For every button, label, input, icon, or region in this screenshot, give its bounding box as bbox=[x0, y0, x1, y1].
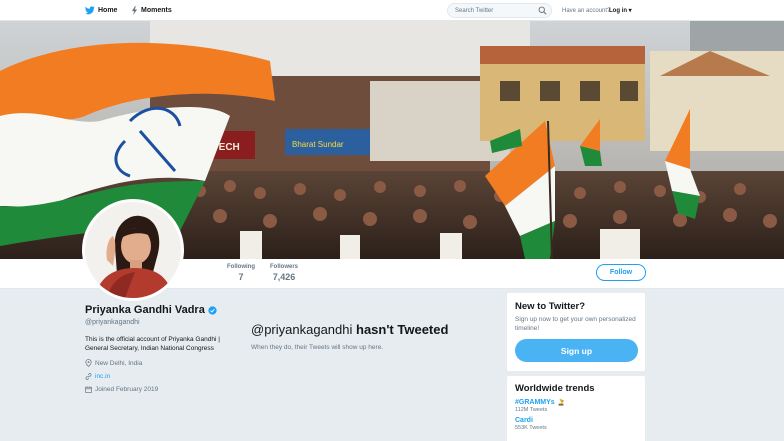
link-icon bbox=[85, 373, 92, 380]
following-stat[interactable]: Following 7 bbox=[225, 264, 257, 282]
location-pin-icon bbox=[85, 359, 92, 367]
avatar[interactable] bbox=[82, 199, 184, 301]
trend-item[interactable]: #GRAMMYs 112M Tweets bbox=[515, 398, 637, 413]
trend-name[interactable]: #GRAMMYs bbox=[515, 399, 555, 406]
profile-joined-text: Joined February 2019 bbox=[95, 386, 159, 393]
profile-name[interactable]: Priyanka Gandhi Vadra bbox=[85, 304, 205, 316]
followers-label: Followers bbox=[269, 264, 298, 270]
trend-item[interactable]: Cardi 553K Tweets bbox=[515, 417, 637, 431]
followers-stat[interactable]: Followers 7,426 bbox=[266, 264, 302, 282]
trends-title: Worldwide trends bbox=[515, 383, 595, 394]
profile-bio: This is the official account of Priyanka… bbox=[85, 336, 220, 352]
signup-card-text: Sign up now to get your own personalized… bbox=[515, 316, 636, 332]
bird-icon bbox=[85, 6, 95, 15]
following-count: 7 bbox=[238, 272, 244, 282]
signup-card-title: New to Twitter? bbox=[515, 301, 586, 312]
profile-location: New Delhi, India bbox=[85, 359, 230, 367]
no-tweets-subtext: When they do, their Tweets will show up … bbox=[251, 344, 384, 351]
trend-name[interactable]: Cardi bbox=[515, 417, 533, 424]
signup-button[interactable]: Sign up bbox=[515, 339, 638, 362]
profile-handle[interactable]: @priyankagandhi bbox=[85, 319, 230, 326]
profile-card: Priyanka Gandhi Vadra @priyankagandhi Th… bbox=[85, 304, 230, 393]
profile-website: inc.in bbox=[85, 373, 230, 380]
no-tweets-heading: @priyankagandhi hasn't Tweeted bbox=[251, 322, 491, 337]
nav-moments-label: Moments bbox=[141, 7, 172, 14]
following-label: Following bbox=[227, 264, 255, 270]
banner-sign-store: Bharat Sundar bbox=[292, 140, 344, 149]
empty-timeline: @priyankagandhi hasn't Tweeted When they… bbox=[251, 322, 491, 351]
search-icon[interactable] bbox=[538, 6, 547, 17]
nav-moments[interactable]: Moments bbox=[131, 0, 172, 21]
profile-joined: Joined February 2019 bbox=[85, 386, 230, 393]
top-navigation-bar: Home Moments Search Twitter Have an acco… bbox=[0, 0, 784, 21]
profile-website-link[interactable]: inc.in bbox=[95, 373, 110, 380]
search-input[interactable]: Search Twitter bbox=[447, 3, 552, 18]
signup-card: New to Twitter? Sign up now to get your … bbox=[507, 293, 645, 371]
nav-home[interactable]: Home bbox=[85, 0, 117, 21]
lightning-icon bbox=[131, 6, 138, 15]
no-tweets-message: hasn't Tweeted bbox=[356, 322, 449, 337]
search-placeholder: Search Twitter bbox=[455, 7, 494, 14]
verified-badge-icon bbox=[208, 305, 217, 315]
trends-card: Worldwide trends #GRAMMYs 112M Tweets Ca… bbox=[507, 376, 645, 441]
follow-button[interactable]: Follow bbox=[596, 264, 646, 281]
followers-count: 7,426 bbox=[272, 272, 296, 282]
no-tweets-handle: @priyankagandhi bbox=[251, 322, 353, 337]
login-link[interactable]: Log in ▾ bbox=[609, 0, 632, 21]
calendar-icon bbox=[85, 386, 92, 393]
trend-count: 112M Tweets bbox=[515, 407, 548, 413]
nav-home-label: Home bbox=[98, 7, 118, 14]
trend-count: 553K Tweets bbox=[515, 425, 547, 431]
have-account-text: Have an account? bbox=[562, 7, 611, 14]
profile-location-text: New Delhi, India bbox=[95, 359, 143, 367]
gramophone-emoji-icon bbox=[558, 398, 564, 406]
